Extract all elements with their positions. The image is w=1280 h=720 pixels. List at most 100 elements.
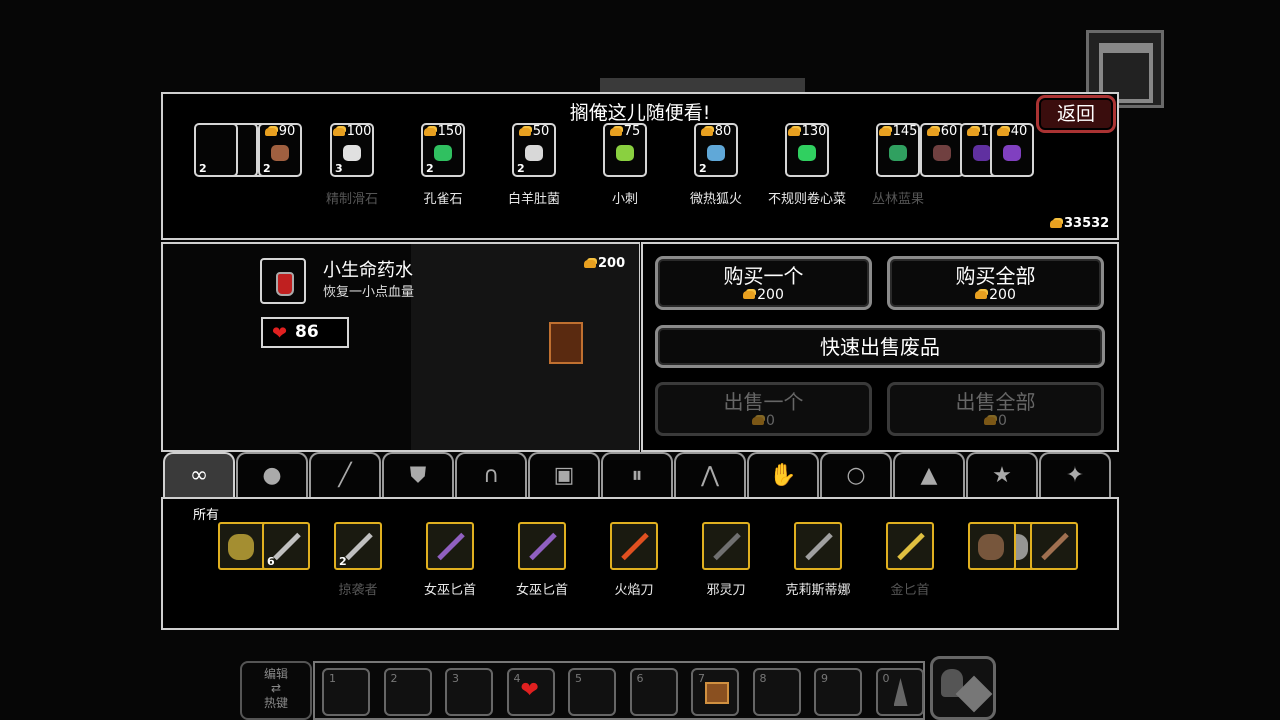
tab-ring[interactable]: ○ xyxy=(820,452,892,498)
gold-coin-icon xyxy=(752,417,765,425)
selected-price-value: 200 xyxy=(598,256,626,271)
item-price: 60 xyxy=(922,124,962,139)
weapon-icon xyxy=(273,532,301,561)
gold-coin-icon xyxy=(700,127,713,136)
item-price: 130 xyxy=(787,124,827,139)
inventory-item-card[interactable] xyxy=(1030,522,1078,570)
item-price-value: 40 xyxy=(1010,124,1028,139)
sell-all-button[interactable]: 出售全部 0 xyxy=(887,382,1104,436)
inventory-item-card[interactable]: 2 xyxy=(334,522,382,570)
weapon-icon xyxy=(345,532,373,561)
hotbar-slot-4[interactable]: 4 ❤ xyxy=(506,668,555,716)
inventory-item-card[interactable] xyxy=(968,522,1016,570)
tab-hat[interactable]: ▲ xyxy=(893,452,965,498)
shop-item-card[interactable]: 100 3 xyxy=(330,123,374,177)
quick-sell-button[interactable]: 快速出售废品 xyxy=(655,325,1105,368)
shop-item-card[interactable]: 50 2 xyxy=(512,123,556,177)
hotbar-slot-8[interactable]: 8 xyxy=(752,668,801,716)
hotbar-slot-3[interactable]: 3 xyxy=(445,668,493,716)
gold-coin-icon xyxy=(787,127,800,136)
hotbar-slot-2[interactable]: 2 xyxy=(383,668,432,716)
hotbar-slot-5[interactable]: 5 xyxy=(568,668,616,716)
tab-bag[interactable]: ● xyxy=(236,452,308,498)
inventory-item-card[interactable] xyxy=(886,522,934,570)
item-price: 90 xyxy=(260,124,300,139)
item-price: 40 xyxy=(992,124,1032,139)
star-icon: ★ xyxy=(992,463,1012,488)
edit-hotkeys-button[interactable]: 编辑 ⇄ 热键 xyxy=(240,661,312,720)
gold-coin-icon xyxy=(264,127,277,136)
shop-title: 搁俺这儿随便看! xyxy=(569,102,711,124)
shop-item-card[interactable]: 2 xyxy=(194,123,238,177)
inventory-item-card[interactable] xyxy=(518,522,566,570)
boots-icon: ⋀ xyxy=(700,463,720,488)
selected-item-description: 恢复一小点血量 xyxy=(323,285,415,300)
shop-item-card[interactable]: 40 xyxy=(990,123,1034,177)
item-price: 80 xyxy=(696,124,736,139)
armor-icon: ▣ xyxy=(553,463,575,488)
buy-all-button[interactable]: 购买全部 200 xyxy=(887,256,1104,310)
slot-number: 1 xyxy=(329,672,336,685)
hotbar-slot-6[interactable]: 6 xyxy=(629,668,678,716)
wand-icon: ✦ xyxy=(1065,463,1085,488)
tab-pants[interactable]: ⏸ xyxy=(601,452,673,498)
tab-glove[interactable]: ✋ xyxy=(747,452,819,498)
hotbar-slot-1[interactable]: 1 xyxy=(322,668,370,716)
tab-wand[interactable]: ✦ xyxy=(1039,452,1111,498)
shop-item-card[interactable]: 60 xyxy=(920,123,964,177)
tab-sword[interactable]: ╱ xyxy=(309,452,381,498)
inventory-item-card[interactable] xyxy=(702,522,750,570)
item-icon xyxy=(434,144,452,161)
equipped-weapon-slot[interactable] xyxy=(930,656,996,720)
shop-item-card[interactable]: 150 2 xyxy=(421,123,465,177)
shop-item-card[interactable]: 90 2 xyxy=(258,123,302,177)
tab-infinity[interactable]: ∞ xyxy=(163,452,235,498)
back-button[interactable]: 返回 xyxy=(1036,95,1116,133)
shop-item-card[interactable]: 130 xyxy=(785,123,829,177)
item-price-value: 80 xyxy=(714,124,732,139)
heart-icon: ❤ xyxy=(520,678,539,703)
shop-item-card[interactable]: 145 xyxy=(876,123,920,177)
shop-item-card[interactable]: 75 xyxy=(603,123,647,177)
item-price: 100 xyxy=(332,124,372,139)
inventory-item-card[interactable] xyxy=(794,522,842,570)
helmet-icon: ∩ xyxy=(482,463,500,488)
sell-one-button[interactable]: 出售一个 0 xyxy=(655,382,872,436)
chest-icon xyxy=(705,682,729,704)
tab-boots[interactable]: ⋀ xyxy=(674,452,746,498)
slot-number: 3 xyxy=(452,672,459,685)
item-price: 145 xyxy=(878,124,918,139)
hotbar-slot-0[interactable]: 0 xyxy=(875,668,924,716)
gold-amount: 33532 xyxy=(1064,216,1110,231)
buy-all-label: 购买全部 xyxy=(955,264,1036,288)
item-icon xyxy=(525,144,543,161)
tab-star[interactable]: ★ xyxy=(966,452,1038,498)
shopkeeper-scene xyxy=(411,244,639,450)
item-price-value: 100 xyxy=(346,124,372,139)
gold-coin-icon xyxy=(975,291,988,299)
buy-one-button[interactable]: 购买一个 200 xyxy=(655,256,872,310)
shop-item-card[interactable]: 80 2 xyxy=(694,123,738,177)
item-icon xyxy=(228,534,254,560)
gold-total: 33532 xyxy=(1050,216,1109,231)
inventory-item-card[interactable] xyxy=(426,522,474,570)
ring-icon: ○ xyxy=(846,463,866,488)
gold-coin-icon xyxy=(423,127,436,136)
tab-shield[interactable]: ⛊ xyxy=(382,452,454,498)
tab-armor[interactable]: ▣ xyxy=(528,452,600,498)
sell-one-label: 出售一个 xyxy=(723,390,804,414)
weapon-icon xyxy=(437,532,465,561)
sell-one-price: 0 xyxy=(766,413,775,429)
item-price-value: 90 xyxy=(278,124,296,139)
crystal-icon xyxy=(893,678,908,706)
inventory-item-card[interactable]: 6 xyxy=(262,522,310,570)
pants-icon: ⏸ xyxy=(631,463,643,488)
tab-helmet[interactable]: ∩ xyxy=(455,452,527,498)
hotbar-slot-7[interactable]: 7 xyxy=(691,668,739,716)
slot-number: 8 xyxy=(759,672,767,685)
inventory-item-card[interactable] xyxy=(218,522,266,570)
item-icon xyxy=(798,144,816,161)
hotbar-slot-9[interactable]: 9 xyxy=(814,668,862,716)
inventory-item-card[interactable] xyxy=(610,522,658,570)
gold-coin-icon xyxy=(984,417,997,425)
